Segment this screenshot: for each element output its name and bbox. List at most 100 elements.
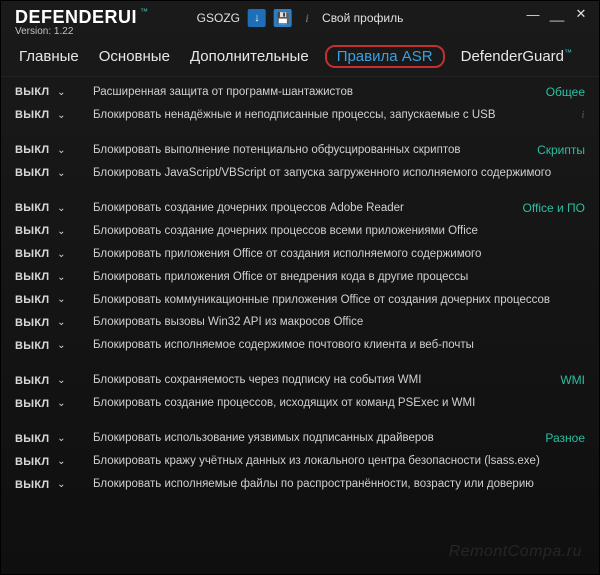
chevron-down-icon: ⌄ xyxy=(55,249,67,260)
info-icon[interactable]: i xyxy=(300,11,314,25)
close-icon[interactable]: ✕ xyxy=(573,7,589,21)
rule-row: ВЫКЛ⌄ Блокировать создание дочерних проце… xyxy=(15,197,589,220)
chevron-down-icon: ⌄ xyxy=(55,226,67,237)
rule-group: Общее ВЫКЛ ⌄ Расширенная защита от программ… xyxy=(15,81,589,127)
rule-row: ВЫКЛ⌄Блокировать исполняемые файлы по ра… xyxy=(15,473,589,496)
rule-toggle[interactable]: ВЫКЛ ⌄ xyxy=(15,375,83,387)
minimize-icon[interactable]: — xyxy=(525,7,541,21)
tab-3[interactable]: Правила ASR xyxy=(325,45,445,68)
toggle-state-label: ВЫКЛ xyxy=(15,225,49,237)
chevron-down-icon: ⌄ xyxy=(55,110,67,121)
rule-text: Блокировать использование уязвимых подпи… xyxy=(93,431,589,446)
rule-row: ВЫКЛ⌄ Блокировать приложения Office от вн… xyxy=(15,266,589,289)
toggle-state-label: ВЫКЛ xyxy=(15,398,49,410)
rule-toggle[interactable]: ВЫКЛ ⌄ xyxy=(15,248,83,260)
rule-toggle[interactable]: ВЫКЛ⌄ xyxy=(15,271,83,283)
group-label: Общее xyxy=(546,85,585,99)
trademark-icon: ™ xyxy=(564,48,572,57)
rule-toggle[interactable]: ВЫКЛ⌄ xyxy=(15,433,83,445)
rule-toggle[interactable]: ВЫКЛ ⌄ xyxy=(15,225,83,237)
rule-toggle[interactable]: ВЫКЛ ⌄ xyxy=(15,340,83,352)
rule-row: ВЫКЛ ⌄ Блокировать сохраняемость через под… xyxy=(15,369,589,392)
rule-toggle[interactable]: ВЫКЛ ⌄ xyxy=(15,109,83,121)
group-label: Office и ПО xyxy=(523,201,585,215)
group-label: Скрипты xyxy=(537,143,585,157)
rule-toggle[interactable]: ВЫКЛ ⌄ xyxy=(15,144,83,156)
rule-row: ВЫКЛ⌄ Блокировать создание процессов, исх… xyxy=(15,392,589,415)
rule-toggle[interactable]: ВЫКЛ ⌄ xyxy=(15,294,83,306)
rule-toggle[interactable]: ВЫКЛ⌄ xyxy=(15,202,83,214)
watermark: RemontCompa.ru xyxy=(449,543,582,561)
user-label: GSOZG xyxy=(197,11,240,25)
rule-row: ВЫКЛ ⌄ Блокировать исполняемое содержимое … xyxy=(15,334,589,357)
rule-group: Office и ПО ВЫКЛ ⌄ Блокировать создание доч… xyxy=(15,197,589,358)
toggle-state-label: ВЫКЛ xyxy=(15,109,49,121)
toggle-state-label: ВЫКЛ xyxy=(15,248,49,260)
info-icon[interactable]: i xyxy=(577,109,589,121)
toggle-state-label: ВЫКЛ xyxy=(15,86,49,98)
rule-toggle[interactable]: ВЫКЛ⌄ xyxy=(15,167,83,179)
toggle-state-label: ВЫКЛ xyxy=(15,479,49,491)
save-icon[interactable]: 💾 xyxy=(274,9,292,27)
tabs: Главные Основные Дополнительные Правила ASR… xyxy=(1,39,599,77)
rule-toggle[interactable]: ВЫКЛ ⌄ xyxy=(15,86,83,98)
rule-text: Блокировать коммуникационные приложения … xyxy=(93,293,589,308)
tab-4[interactable]: DefenderGuard™ xyxy=(457,46,576,67)
tab-0[interactable]: Главные xyxy=(15,46,83,67)
rule-toggle[interactable]: ВЫКЛ⌄ xyxy=(15,398,83,410)
rule-text: Блокировать кражу учётных данных из лока… xyxy=(93,454,589,469)
titlebar: DEFENDERUI ™ Version: 1.22 GSOZG ↓ 💾 i С… xyxy=(1,1,599,39)
line-icon[interactable]: __ xyxy=(549,7,565,21)
chevron-down-icon: ⌄ xyxy=(55,294,67,305)
toggle-state-label: ВЫКЛ xyxy=(15,375,49,387)
rule-toggle[interactable]: ВЫКЛ ⌄ xyxy=(15,456,83,468)
rule-row: ВЫКЛ⌄Блокировать вызовы Win32 API из мак… xyxy=(15,311,589,334)
chevron-down-icon: ⌄ xyxy=(55,317,67,328)
rule-text: Блокировать ненадёжные и неподписанные п… xyxy=(93,108,567,123)
toggle-state-label: ВЫКЛ xyxy=(15,433,49,445)
rule-text: Блокировать приложения Office от внедрен… xyxy=(93,270,589,285)
rule-group: WMIВЫКЛ⌄Блокировать сохраняемость через … xyxy=(15,369,589,415)
profile-link[interactable]: Свой профиль xyxy=(322,11,403,25)
rule-row: ВЫКЛ ⌄ Блокировать ненадёжные и неподписан… xyxy=(15,104,589,127)
rule-row: ВЫКЛ ⌄ Блокировать выполнение потенциально… xyxy=(15,139,589,162)
toggle-state-label: ВЫКЛ xyxy=(15,144,49,156)
toggle-state-label: ВЫКЛ xyxy=(15,294,49,306)
rule-text: Блокировать сохраняемость через подписку… xyxy=(93,373,589,388)
chevron-down-icon: ⌄ xyxy=(55,456,67,467)
rule-group: РазноеВЫКЛ⌄Блокировать использование уяз… xyxy=(15,427,589,496)
toggle-state-label: ВЫКЛ xyxy=(15,456,49,468)
brand: DEFENDERUI ™ Version: 1.22 xyxy=(15,7,148,37)
rule-row: ВЫКЛ⌄ Блокировать использование уязвимых … xyxy=(15,427,589,450)
toggle-state-label: ВЫКЛ xyxy=(15,340,49,352)
chevron-down-icon: ⌄ xyxy=(55,87,67,98)
chevron-down-icon: ⌄ xyxy=(55,168,67,179)
rule-text: Блокировать создание дочерних процессов … xyxy=(93,224,589,239)
brand-name: DEFENDERUI xyxy=(15,7,137,28)
rule-text: Блокировать создание дочерних процессов … xyxy=(93,201,589,216)
trademark-icon: ™ xyxy=(140,7,148,16)
window-controls: — __ ✕ xyxy=(525,7,589,21)
rule-toggle[interactable]: ВЫКЛ⌄ xyxy=(15,317,83,329)
tab-2[interactable]: Дополнительные xyxy=(186,46,313,67)
rule-text: Расширенная защита от программ-шантажист… xyxy=(93,85,589,100)
rule-row: ВЫКЛ ⌄ Расширенная защита от программ-шант… xyxy=(15,81,589,104)
rule-row: ВЫКЛ⌄ Блокировать JavaScript/VBScript от … xyxy=(15,162,589,185)
rule-text: Блокировать исполняемое содержимое почто… xyxy=(93,338,589,353)
rule-text: Блокировать приложения Office от создани… xyxy=(93,247,589,262)
tab-1[interactable]: Основные xyxy=(95,46,174,67)
version-label: Version: 1.22 xyxy=(15,26,73,37)
rule-text: Блокировать создание процессов, исходящи… xyxy=(93,396,589,411)
chevron-down-icon: ⌄ xyxy=(55,340,67,351)
app-window: DEFENDERUI ™ Version: 1.22 GSOZG ↓ 💾 i С… xyxy=(0,0,600,575)
chevron-down-icon: ⌄ xyxy=(55,272,67,283)
rule-text: Блокировать выполнение потенциально обфу… xyxy=(93,143,589,158)
chevron-down-icon: ⌄ xyxy=(55,375,67,386)
rule-toggle[interactable]: ВЫКЛ⌄ xyxy=(15,479,83,491)
content: ОбщееВЫКЛ⌄Расширенная защита от программ… xyxy=(1,77,599,574)
rule-row: ВЫКЛ ⌄ Блокировать создание дочерних проце… xyxy=(15,220,589,243)
rule-text: Блокировать JavaScript/VBScript от запус… xyxy=(93,166,589,181)
rule-group: СкриптыВЫКЛ⌄Блокировать выполнение потен… xyxy=(15,139,589,185)
download-icon[interactable]: ↓ xyxy=(248,9,266,27)
chevron-down-icon: ⌄ xyxy=(55,145,67,156)
